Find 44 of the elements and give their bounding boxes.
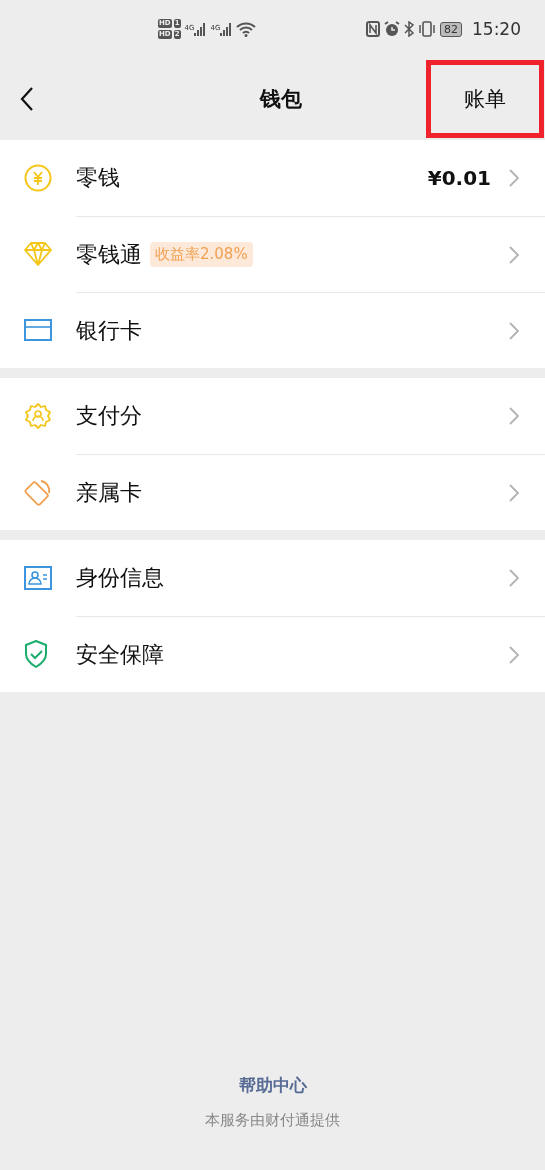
bluetooth-icon — [404, 21, 414, 37]
bill-button[interactable]: 账单 — [426, 60, 544, 138]
vibrate-icon — [418, 21, 436, 37]
diamond-icon — [24, 241, 52, 267]
chevron-right-icon — [509, 321, 519, 340]
item-label: 零钱通 — [76, 240, 142, 269]
chevron-right-icon — [509, 169, 519, 187]
bank-card-icon — [24, 319, 52, 341]
chevron-right-icon — [509, 483, 519, 502]
list-item[interactable]: 身份信息 — [0, 540, 545, 616]
list-item[interactable]: 零钱 ¥0.01 — [0, 140, 545, 216]
id-card-icon — [24, 566, 52, 590]
chevron-right-icon — [509, 569, 519, 587]
item-label: 亲属卡 — [76, 478, 142, 507]
list-item[interactable]: 安全保障 — [0, 616, 545, 692]
item-label: 安全保障 — [76, 640, 164, 669]
shield-check-icon — [24, 640, 48, 668]
rate-tag: 收益率2.08% — [150, 242, 253, 267]
balance-value: ¥0.01 — [427, 166, 491, 190]
chevron-right-icon — [509, 245, 519, 264]
clock-time: 15:20 — [472, 19, 521, 39]
item-label: 支付分 — [76, 402, 142, 430]
item-label: 身份信息 — [76, 564, 164, 592]
chevron-right-icon — [509, 645, 519, 664]
item-label: 零钱 — [76, 164, 120, 192]
list-item[interactable]: 零钱通 收益率2.08% — [0, 216, 545, 292]
signal-icon — [194, 22, 207, 36]
list-item[interactable]: 亲属卡 — [0, 454, 545, 530]
signal-icon — [220, 22, 233, 36]
alarm-icon — [384, 21, 400, 37]
list-item[interactable]: 银行卡 — [0, 292, 545, 368]
help-center-link[interactable]: 帮助中心 — [238, 1074, 307, 1097]
chevron-right-icon — [509, 407, 519, 425]
page-title: 钱包 — [259, 86, 302, 113]
back-icon — [20, 87, 34, 111]
nfc-icon — [366, 21, 380, 37]
wifi-icon — [236, 21, 257, 37]
battery-level: 82 — [440, 21, 462, 37]
list-item[interactable]: 支付分 — [0, 378, 545, 454]
item-label: 银行卡 — [76, 316, 142, 345]
badge-person-icon — [24, 402, 52, 430]
yuan-coin-icon — [24, 164, 52, 192]
provider-note: 本服务由财付通提供 — [205, 1111, 340, 1130]
tilted-card-icon — [24, 478, 52, 506]
